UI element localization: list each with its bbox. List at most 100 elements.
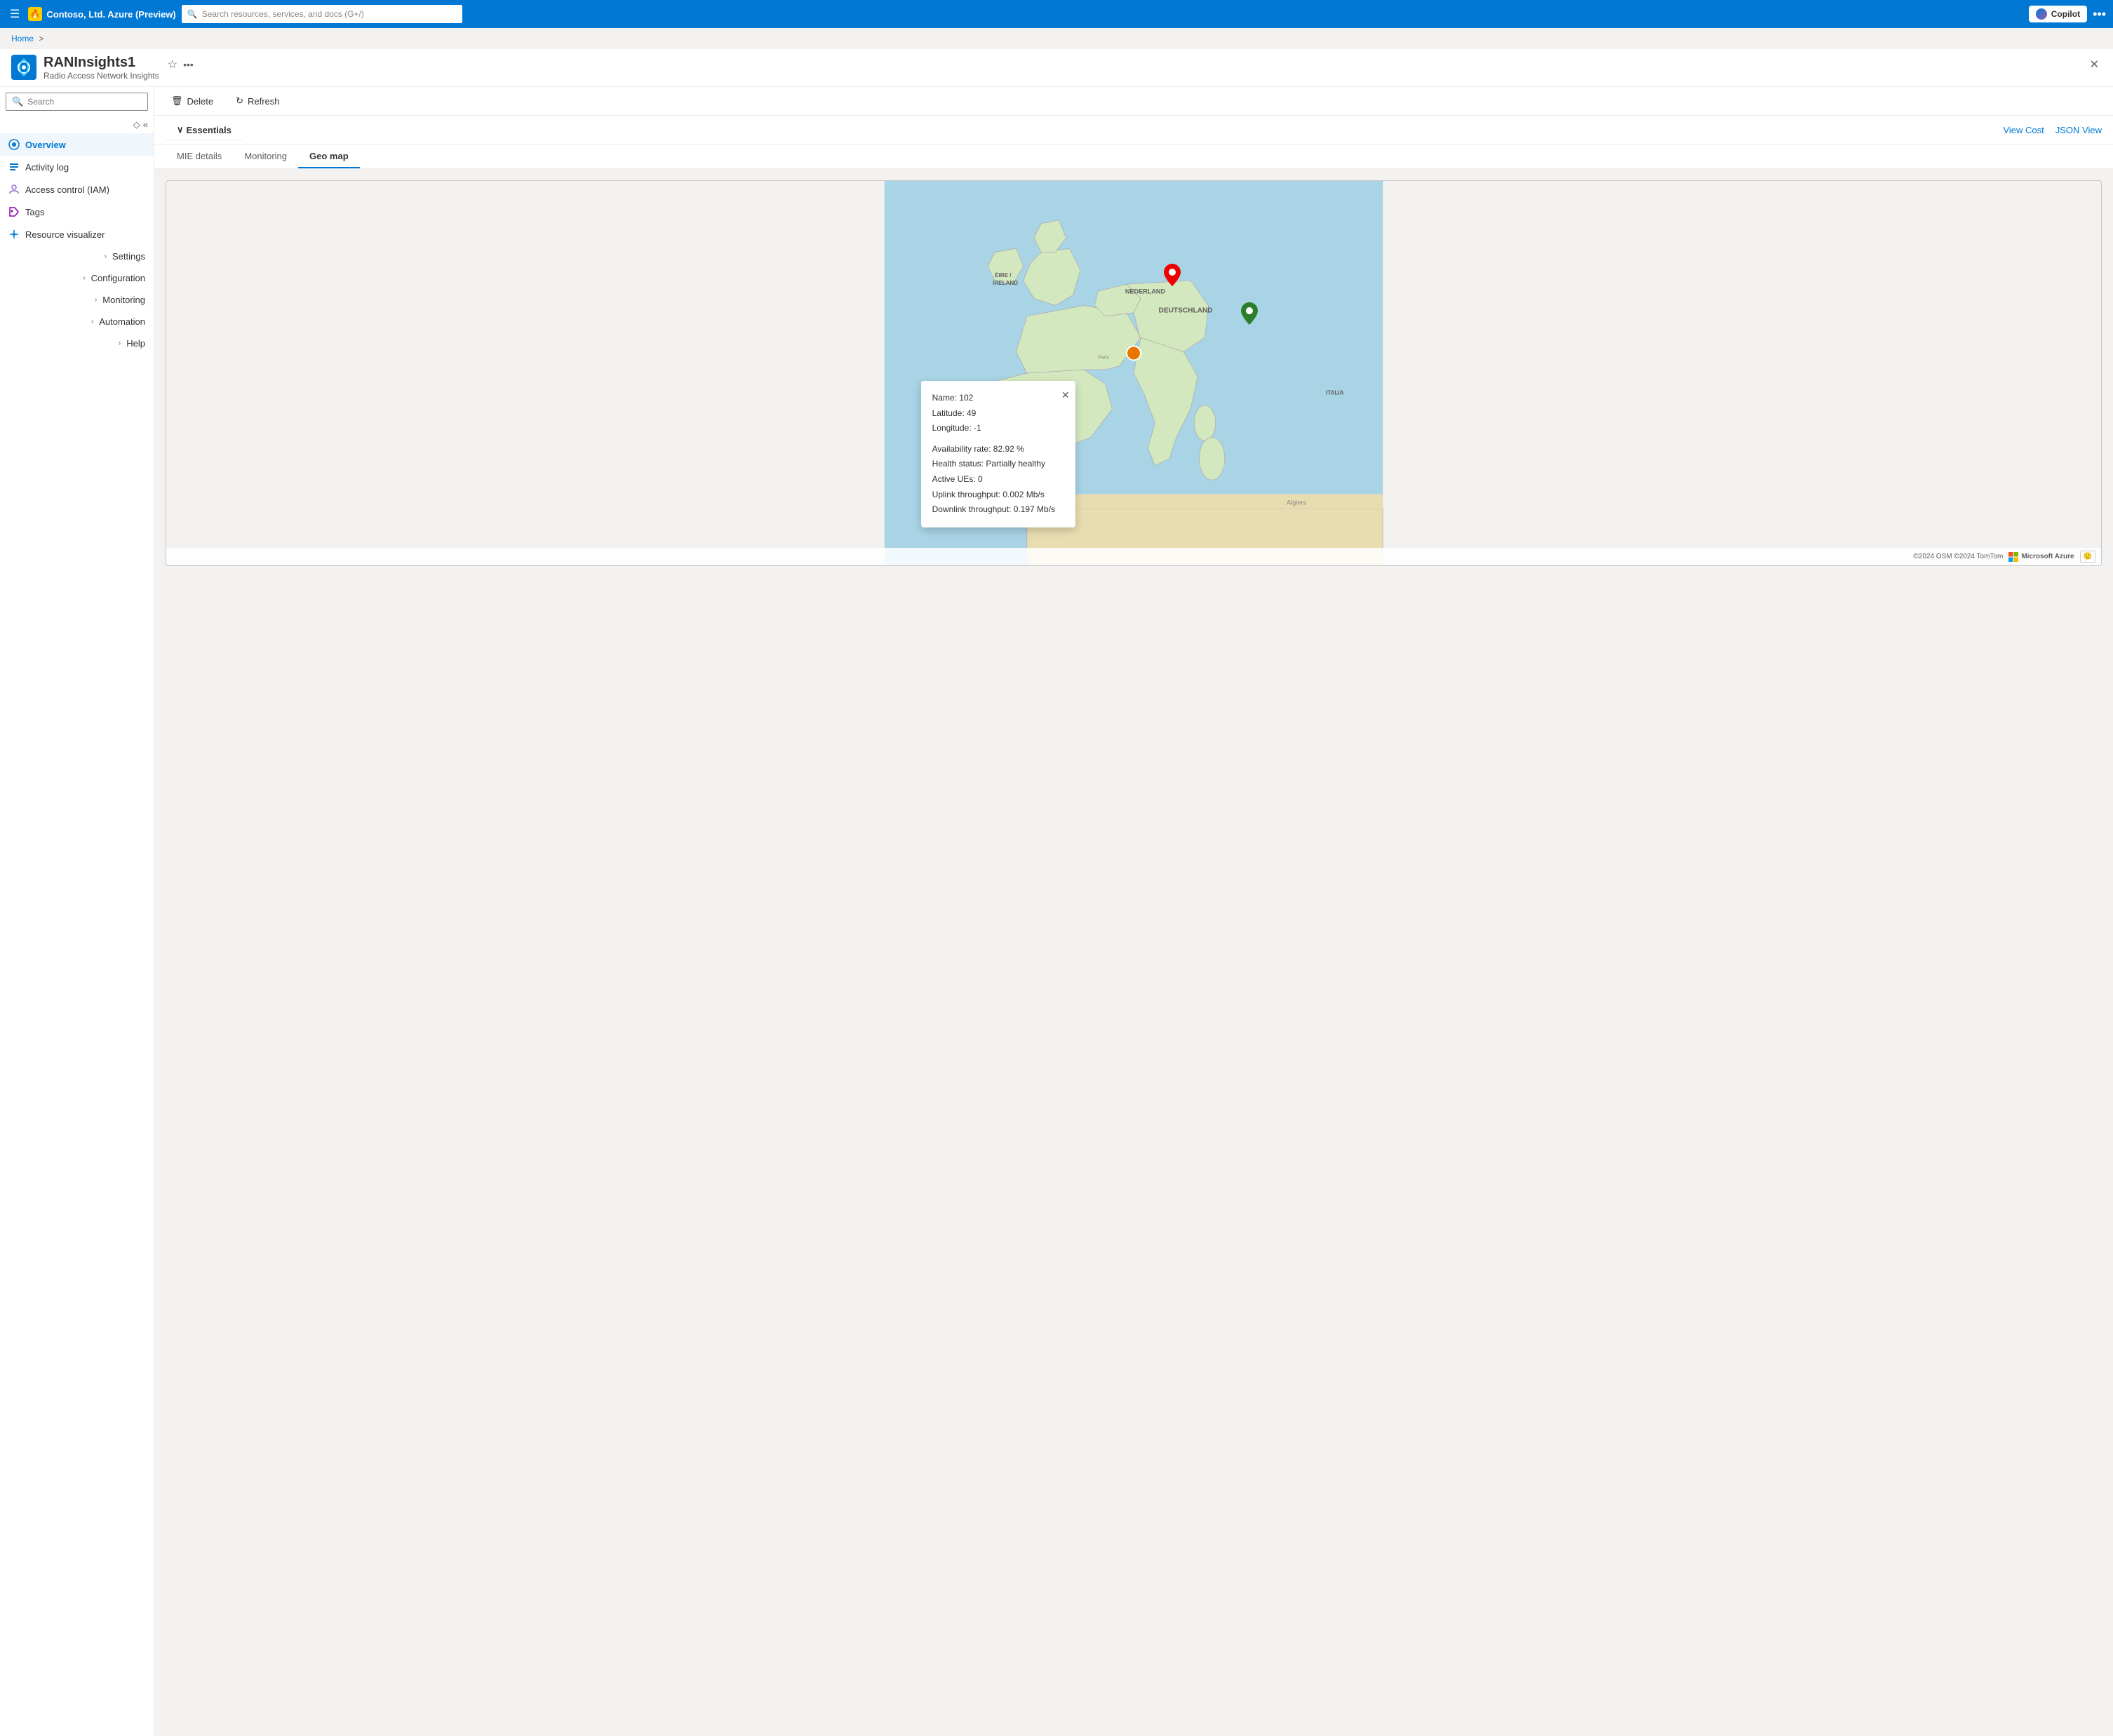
delete-icon: 🗑 <box>171 95 183 107</box>
chevron-right-icon: › <box>91 318 93 325</box>
refresh-icon: ↻ <box>236 95 243 107</box>
sidebar-item-resource-visualizer[interactable]: Resource visualizer <box>0 223 154 245</box>
sidebar-action-icons: ◇ « <box>0 116 154 133</box>
resource-header: RANInsights1 Radio Access Network Insigh… <box>0 49 2113 87</box>
sidebar-item-label: Overview <box>25 140 66 150</box>
sidebar-item-label: Access control (IAM) <box>25 184 109 195</box>
sidebar-item-automation[interactable]: › Automation <box>0 311 154 332</box>
map-svg: ÉIRE / IRELAND NEDERLAND DEUTSCHLAND ESP… <box>166 181 2101 565</box>
overview-icon <box>8 139 20 150</box>
popup-latitude: Latitude: 49 <box>932 406 1064 422</box>
resource-subtitle: Radio Access Network Insights <box>43 71 159 81</box>
svg-text:ITALIA: ITALIA <box>1326 389 1344 396</box>
resource-quick-actions: ☆ ••• <box>168 58 194 72</box>
feedback-icon[interactable]: 🙂 <box>2080 551 2095 563</box>
map-container: ÉIRE / IRELAND NEDERLAND DEUTSCHLAND ESP… <box>154 169 2113 1736</box>
sidebar-search-box[interactable]: 🔍 <box>6 93 148 111</box>
sidebar-item-access-control[interactable]: Access control (IAM) <box>0 178 154 201</box>
sidebar-item-help[interactable]: › Help <box>0 332 154 354</box>
map-footer: ©2024 OSM ©2024 TomTom Microsoft Azure 🙂 <box>166 548 2101 565</box>
svg-text:IRELAND: IRELAND <box>993 280 1018 286</box>
sidebar-search-icon: 🔍 <box>12 96 23 107</box>
sidebar-item-label: Resource visualizer <box>25 229 105 240</box>
map-pin-green[interactable] <box>1241 302 1258 327</box>
activity-log-icon <box>8 161 20 173</box>
breadcrumb-separator: > <box>39 34 43 43</box>
toolbar: 🗑 Delete ↻ Refresh <box>154 87 2113 116</box>
svg-text:ÉIRE /: ÉIRE / <box>995 272 1012 278</box>
tab-monitoring[interactable]: Monitoring <box>233 145 298 168</box>
chevron-right-icon: › <box>119 339 121 347</box>
sidebar-item-label: Tags <box>25 207 44 217</box>
sidebar-item-label: Automation <box>99 316 145 327</box>
popup-name: Name: 102 <box>932 391 1064 406</box>
sidebar-search-input[interactable] <box>27 97 142 107</box>
delete-button[interactable]: 🗑 Delete <box>166 93 219 109</box>
chevron-right-icon: › <box>105 253 107 260</box>
popup-uplink: Uplink throughput: 0.002 Mb/s <box>932 487 1064 503</box>
popup-availability: Availability rate: 82.92 % <box>932 442 1064 457</box>
chevron-right-icon: › <box>83 274 85 282</box>
popup-health: Health status: Partially healthy <box>932 457 1064 472</box>
sidebar-item-monitoring[interactable]: › Monitoring <box>0 289 154 311</box>
copilot-button[interactable]: Copilot <box>2029 6 2087 22</box>
essentials-bar: ∨ Essentials View Cost JSON View <box>154 116 2113 145</box>
topbar-more-button[interactable]: ••• <box>2093 7 2106 22</box>
sidebar-item-label: Configuration <box>91 273 145 283</box>
refresh-button[interactable]: ↻ Refresh <box>230 93 285 109</box>
sidebar-item-tags[interactable]: Tags <box>0 201 154 223</box>
topbar: ☰ 🔥 Contoso, Ltd. Azure (Preview) 🔍 Sear… <box>0 0 2113 28</box>
iam-icon <box>8 184 20 195</box>
collapse-icon[interactable]: « <box>143 119 148 130</box>
resource-name: RANInsights1 <box>43 55 159 71</box>
topbar-title: 🔥 Contoso, Ltd. Azure (Preview) <box>28 7 175 21</box>
hamburger-icon[interactable]: ☰ <box>7 4 22 24</box>
global-search[interactable]: 🔍 Search resources, services, and docs (… <box>182 5 462 23</box>
tags-icon <box>8 206 20 217</box>
popup-downlink: Downlink throughput: 0.197 Mb/s <box>932 502 1064 518</box>
view-cost-link[interactable]: View Cost <box>2003 125 2044 135</box>
essentials-actions: View Cost JSON View <box>2003 125 2102 135</box>
sidebar-item-overview[interactable]: Overview <box>0 133 154 156</box>
json-view-link[interactable]: JSON View <box>2055 125 2102 135</box>
home-link[interactable]: Home <box>11 34 34 43</box>
visualizer-icon <box>8 229 20 240</box>
map-wrapper[interactable]: ÉIRE / IRELAND NEDERLAND DEUTSCHLAND ESP… <box>166 180 2102 566</box>
sidebar-item-label: Monitoring <box>102 295 145 305</box>
essentials-label: ∨ Essentials <box>166 120 243 140</box>
copilot-icon <box>2036 8 2047 20</box>
tabs: MIE details Monitoring Geo map <box>154 145 2113 169</box>
popup-active-ues: Active UEs: 0 <box>932 472 1064 487</box>
popup-longitude: Longitude: -1 <box>932 421 1064 436</box>
tab-geo-map[interactable]: Geo map <box>298 145 360 168</box>
resource-title-block: RANInsights1 Radio Access Network Insigh… <box>43 55 159 81</box>
svg-text:Paris: Paris <box>1098 355 1110 361</box>
sidebar: 🔍 ◇ « Overview Activity log <box>0 87 154 1736</box>
chevron-right-icon: › <box>95 296 97 304</box>
map-pin-orange[interactable] <box>1126 345 1141 363</box>
map-pin-red[interactable] <box>1164 264 1181 288</box>
tab-mie-details[interactable]: MIE details <box>166 145 233 168</box>
microsoft-azure-logo: Microsoft Azure <box>2008 552 2074 562</box>
resource-more-icon[interactable]: ••• <box>183 59 194 70</box>
search-icon: 🔍 <box>187 9 198 19</box>
sidebar-item-label: Settings <box>112 251 145 262</box>
sidebar-item-activity-log[interactable]: Activity log <box>0 156 154 178</box>
main-content: 🗑 Delete ↻ Refresh ∨ Essentials View Cos… <box>154 87 2113 1736</box>
azure-service-icon: 🔥 <box>28 7 42 21</box>
favorite-icon[interactable]: ☆ <box>168 58 177 72</box>
map-copyright: ©2024 OSM ©2024 TomTom <box>1913 553 2003 560</box>
chevron-down-icon[interactable]: ∨ <box>177 124 184 135</box>
map-popup: ✕ Name: 102 Latitude: 49 Longitude: -1 A… <box>921 381 1075 527</box>
svg-text:NEDERLAND: NEDERLAND <box>1125 288 1166 295</box>
svg-text:DEUTSCHLAND: DEUTSCHLAND <box>1159 307 1213 315</box>
breadcrumb: Home > <box>0 28 2113 49</box>
resource-icon <box>11 55 36 80</box>
sidebar-item-label: Activity log <box>25 162 69 173</box>
pin-icon[interactable]: ◇ <box>133 119 140 130</box>
sidebar-item-settings[interactable]: › Settings <box>0 245 154 267</box>
popup-close-button[interactable]: ✕ <box>1061 386 1070 404</box>
close-button[interactable]: ✕ <box>2087 55 2102 74</box>
sidebar-item-configuration[interactable]: › Configuration <box>0 267 154 289</box>
svg-text:Algiers: Algiers <box>1287 499 1306 506</box>
